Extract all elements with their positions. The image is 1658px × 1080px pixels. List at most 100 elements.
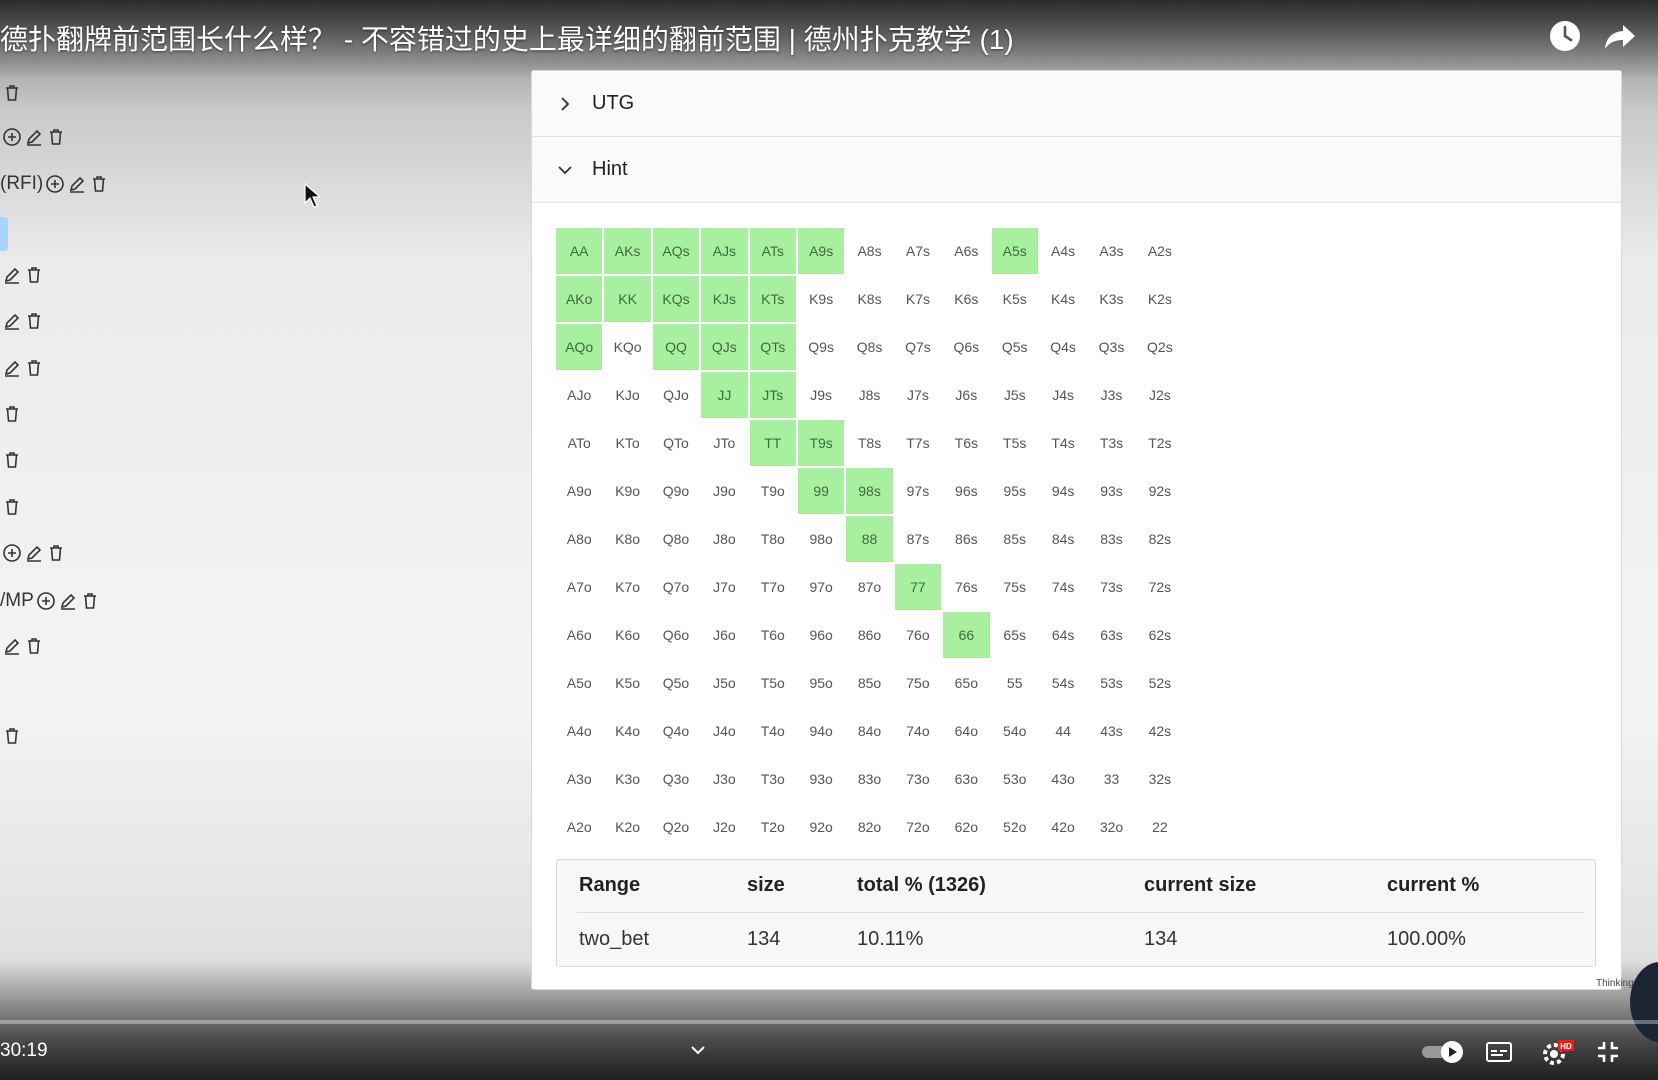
- hand-cell[interactable]: A3s: [1088, 228, 1134, 274]
- hand-cell[interactable]: 63s: [1088, 612, 1134, 658]
- hand-cell[interactable]: 92s: [1137, 468, 1183, 514]
- hand-cell[interactable]: 73o: [895, 756, 941, 802]
- hand-cell[interactable]: 65o: [943, 660, 989, 706]
- tree-item[interactable]: [0, 404, 22, 424]
- hand-cell[interactable]: T6o: [750, 612, 796, 658]
- tree-item[interactable]: [0, 543, 66, 563]
- trash-icon[interactable]: [2, 497, 22, 517]
- hand-cell[interactable]: T5s: [992, 420, 1038, 466]
- edit-icon[interactable]: [58, 591, 78, 611]
- autoplay-toggle-icon[interactable]: [1420, 1038, 1466, 1066]
- hand-cell[interactable]: KK: [604, 276, 651, 322]
- exit-fullscreen-icon[interactable]: [1594, 1038, 1622, 1066]
- hand-cell[interactable]: QJs: [701, 324, 748, 370]
- hand-cell[interactable]: J6s: [943, 372, 989, 418]
- hand-cell[interactable]: Q9s: [798, 324, 844, 370]
- hand-cell[interactable]: 54o: [992, 708, 1038, 754]
- hand-cell[interactable]: 83o: [846, 756, 892, 802]
- hand-cell[interactable]: J9o: [701, 468, 747, 514]
- hand-cell[interactable]: Q6s: [943, 324, 989, 370]
- tree-item[interactable]: [0, 636, 44, 656]
- edit-icon[interactable]: [24, 543, 44, 563]
- hand-cell[interactable]: K7s: [895, 276, 941, 322]
- hand-cell[interactable]: 94s: [1040, 468, 1086, 514]
- progress-bar[interactable]: [0, 1020, 1658, 1024]
- hand-cell[interactable]: 74o: [895, 708, 941, 754]
- hand-cell[interactable]: KQs: [652, 276, 700, 322]
- hand-cell[interactable]: Q3s: [1088, 324, 1134, 370]
- hand-cell[interactable]: Q2s: [1137, 324, 1183, 370]
- hand-cell[interactable]: KQo: [604, 324, 650, 370]
- hand-cell[interactable]: T5o: [750, 660, 796, 706]
- hand-cell[interactable]: AQs: [652, 228, 700, 274]
- tree-item[interactable]: [0, 358, 44, 378]
- hand-cell[interactable]: A4o: [556, 708, 602, 754]
- hand-cell[interactable]: K4o: [604, 708, 650, 754]
- hand-cell[interactable]: Q5o: [653, 660, 699, 706]
- tree-item[interactable]: [0, 497, 22, 517]
- hand-cell[interactable]: QTs: [749, 324, 796, 370]
- hand-cell[interactable]: K5o: [604, 660, 650, 706]
- hand-cell[interactable]: 85o: [846, 660, 892, 706]
- hand-cell[interactable]: ATo: [556, 420, 602, 466]
- hand-cell[interactable]: 75o: [895, 660, 941, 706]
- hand-cell[interactable]: J4o: [701, 708, 747, 754]
- hand-cell[interactable]: K5s: [992, 276, 1038, 322]
- trash-icon[interactable]: [2, 726, 22, 746]
- trash-icon[interactable]: [24, 265, 44, 285]
- hand-cell[interactable]: T4o: [750, 708, 796, 754]
- hand-cell[interactable]: 84s: [1040, 516, 1086, 562]
- hand-cell[interactable]: 73s: [1088, 564, 1134, 610]
- hand-cell[interactable]: 74s: [1040, 564, 1086, 610]
- hand-cell[interactable]: Q3o: [653, 756, 699, 802]
- hand-cell[interactable]: 72s: [1137, 564, 1183, 610]
- chevron-down-icon[interactable]: [688, 1040, 708, 1060]
- hand-cell[interactable]: 64s: [1040, 612, 1086, 658]
- hand-cell[interactable]: J5o: [701, 660, 747, 706]
- hand-cell[interactable]: TT: [749, 420, 796, 466]
- share-icon[interactable]: [1602, 18, 1638, 54]
- hand-cell[interactable]: A5o: [556, 660, 602, 706]
- hand-cell[interactable]: QQ: [652, 324, 700, 370]
- hand-cell[interactable]: T3s: [1088, 420, 1134, 466]
- hand-cell[interactable]: 52o: [992, 804, 1038, 850]
- section-header-hint[interactable]: Hint: [532, 137, 1621, 203]
- trash-icon[interactable]: [2, 404, 22, 424]
- hand-cell[interactable]: 43o: [1040, 756, 1086, 802]
- trash-icon[interactable]: [46, 127, 66, 147]
- hand-cell[interactable]: A9s: [797, 228, 845, 274]
- hand-cell[interactable]: K2o: [604, 804, 650, 850]
- hand-cell[interactable]: K3s: [1088, 276, 1134, 322]
- tree-item[interactable]: [0, 726, 22, 746]
- hand-cell[interactable]: 75s: [992, 564, 1038, 610]
- hand-cell[interactable]: KTs: [749, 276, 796, 322]
- hand-cell[interactable]: 98s: [846, 468, 893, 514]
- hand-cell[interactable]: Q8o: [653, 516, 699, 562]
- hand-cell[interactable]: 53s: [1088, 660, 1134, 706]
- hand-cell[interactable]: Q2o: [653, 804, 699, 850]
- hand-cell[interactable]: Q5s: [992, 324, 1038, 370]
- tree-item[interactable]: (RFI): [0, 173, 109, 195]
- hand-cell[interactable]: A7s: [895, 228, 941, 274]
- hand-cell[interactable]: KTo: [604, 420, 650, 466]
- hand-cell[interactable]: T2s: [1137, 420, 1183, 466]
- hand-cell[interactable]: A6s: [943, 228, 989, 274]
- edit-icon[interactable]: [24, 127, 44, 147]
- hand-cell[interactable]: AJo: [556, 372, 602, 418]
- hand-cell[interactable]: J2o: [701, 804, 747, 850]
- hand-cell[interactable]: T8s: [846, 420, 892, 466]
- hand-cell[interactable]: A3o: [556, 756, 602, 802]
- hand-cell[interactable]: 96s: [943, 468, 989, 514]
- hand-cell[interactable]: T6s: [943, 420, 989, 466]
- hand-cell[interactable]: J9s: [798, 372, 844, 418]
- hand-cell[interactable]: 77: [894, 564, 942, 610]
- hand-cell[interactable]: 65s: [992, 612, 1038, 658]
- hand-cell[interactable]: 94o: [798, 708, 844, 754]
- edit-icon[interactable]: [2, 311, 22, 331]
- hand-cell[interactable]: AJs: [701, 228, 748, 274]
- hand-cell[interactable]: 66: [943, 612, 990, 658]
- hand-cell[interactable]: A2s: [1137, 228, 1183, 274]
- hand-cell[interactable]: 62o: [943, 804, 989, 850]
- tree-item[interactable]: /MP: [0, 590, 100, 612]
- hand-cell[interactable]: J8s: [846, 372, 892, 418]
